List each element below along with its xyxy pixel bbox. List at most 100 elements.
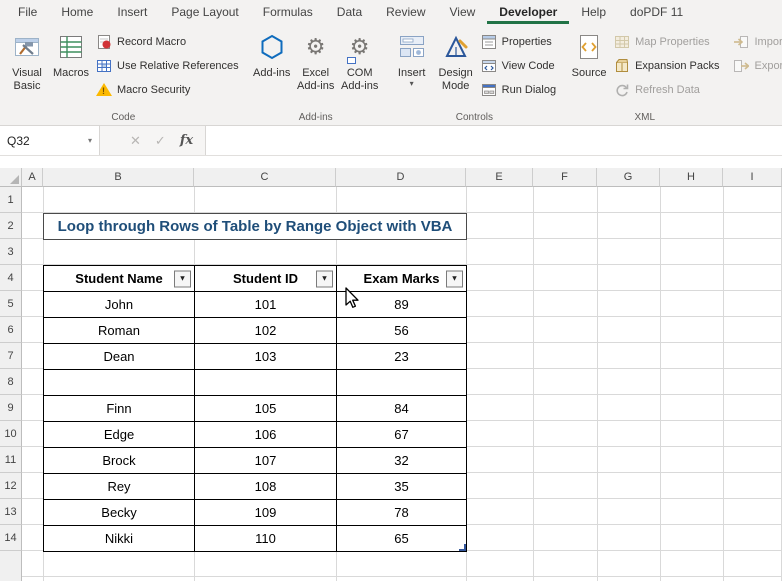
group-label-addins: Add-ins [298, 111, 333, 123]
filter-caret-icon: ▾ [322, 273, 327, 283]
student-id-cell[interactable]: 106 [195, 422, 337, 448]
exam-marks-cell[interactable]: 23 [337, 344, 467, 370]
column-header-f[interactable]: F [533, 168, 597, 187]
macro-security-button[interactable]: ! Macro Security [93, 81, 242, 98]
tab-dopdf[interactable]: doPDF 11 [618, 0, 695, 24]
row-header-partial[interactable] [0, 551, 22, 581]
tab-page-layout[interactable]: Page Layout [159, 0, 250, 24]
exam-marks-cell[interactable]: 89 [337, 292, 467, 318]
exam-marks-cell[interactable]: 84 [337, 396, 467, 422]
student-id-cell[interactable]: 105 [195, 396, 337, 422]
student-name-cell[interactable]: Rey [44, 474, 195, 500]
record-macro-button[interactable]: Record Macro [93, 33, 242, 50]
row-header-13[interactable]: 13 [0, 499, 22, 525]
column-header-i[interactable]: I [723, 168, 782, 187]
student-name-cell[interactable]: Nikki [44, 526, 195, 552]
student-name-cell[interactable]: Dean [44, 344, 195, 370]
tab-data[interactable]: Data [325, 0, 374, 24]
tab-insert[interactable]: Insert [105, 0, 159, 24]
column-header-d[interactable]: D [336, 168, 466, 187]
row-header-7[interactable]: 7 [0, 343, 22, 369]
com-addins-gear-icon: ⚙ [346, 31, 370, 64]
student-id-cell[interactable]: 107 [195, 448, 337, 474]
student-name-cell[interactable]: Finn [44, 396, 195, 422]
header-cell-student-name[interactable]: Student Name ▾ [44, 266, 195, 292]
tab-home[interactable]: Home [49, 0, 105, 24]
name-box[interactable]: Q32 ▾ [0, 126, 100, 155]
use-relative-references-button[interactable]: Use Relative References [93, 57, 242, 74]
expansion-packs-button[interactable]: Expansion Packs [611, 57, 722, 74]
filter-button-exam-marks[interactable]: ▾ [446, 270, 463, 287]
table-resize-handle[interactable] [459, 544, 466, 551]
row-header-14[interactable]: 14 [0, 525, 22, 551]
exam-marks-cell[interactable]: 65 [337, 526, 467, 552]
student-id-cell[interactable]: 108 [195, 474, 337, 500]
student-name-cell[interactable]: Roman [44, 318, 195, 344]
student-name-cell[interactable] [44, 370, 195, 396]
insert-controls-button[interactable]: Insert ▾ [390, 26, 434, 109]
header-cell-exam-marks[interactable]: Exam Marks ▾ [337, 266, 467, 292]
name-box-dropdown-icon[interactable]: ▾ [88, 136, 92, 145]
student-name-cell[interactable]: Brock [44, 448, 195, 474]
exam-marks-cell[interactable]: 56 [337, 318, 467, 344]
column-header-b[interactable]: B [43, 168, 194, 187]
student-id-cell[interactable]: 103 [195, 344, 337, 370]
import-icon [733, 34, 749, 50]
visual-basic-button[interactable]: Visual Basic [5, 26, 49, 109]
column-header-e[interactable]: E [466, 168, 533, 187]
office-addins-button[interactable]: Add-ins [250, 26, 294, 109]
column-header-c[interactable]: C [194, 168, 336, 187]
run-dialog-button[interactable]: Run Dialog [478, 81, 559, 98]
students-table: Student Name ▾ Student ID ▾ Exam Marks ▾… [43, 265, 467, 552]
student-name-cell[interactable]: Becky [44, 500, 195, 526]
view-code-button[interactable]: View Code [478, 57, 559, 74]
excel-addins-button[interactable]: ⚙ Excel Add-ins [294, 26, 338, 109]
formula-input[interactable] [206, 126, 782, 155]
row-header-6[interactable]: 6 [0, 317, 22, 343]
select-all-corner[interactable] [0, 168, 22, 187]
row-header-2[interactable]: 2 [0, 213, 22, 239]
row-header-4[interactable]: 4 [0, 265, 22, 291]
row-header-11[interactable]: 11 [0, 447, 22, 473]
student-name-cell[interactable]: Edge [44, 422, 195, 448]
com-addins-button[interactable]: ⚙ COM Add-ins [338, 26, 382, 109]
tab-view[interactable]: View [438, 0, 488, 24]
student-id-cell[interactable]: 109 [195, 500, 337, 526]
tab-review[interactable]: Review [374, 0, 437, 24]
row-header-12[interactable]: 12 [0, 473, 22, 499]
student-id-cell[interactable]: 102 [195, 318, 337, 344]
row-header-10[interactable]: 10 [0, 421, 22, 447]
tab-file[interactable]: File [6, 0, 49, 24]
row-header-1[interactable]: 1 [0, 187, 22, 213]
student-id-cell[interactable]: 110 [195, 526, 337, 552]
xml-source-button[interactable]: Source [567, 26, 611, 109]
column-header-a[interactable]: A [22, 168, 43, 187]
filter-caret-icon: ▾ [180, 273, 185, 283]
exam-marks-cell[interactable]: 67 [337, 422, 467, 448]
properties-button[interactable]: Properties [478, 33, 559, 50]
header-cell-student-id[interactable]: Student ID ▾ [195, 266, 337, 292]
column-header-g[interactable]: G [597, 168, 660, 187]
exam-marks-cell[interactable] [337, 370, 467, 396]
tab-developer[interactable]: Developer [487, 0, 569, 24]
row-header-3[interactable]: 3 [0, 239, 22, 265]
student-id-cell[interactable]: 101 [195, 292, 337, 318]
row-header-9[interactable]: 9 [0, 395, 22, 421]
tab-help[interactable]: Help [569, 0, 618, 24]
student-id-cell[interactable] [195, 370, 337, 396]
insert-function-icon[interactable]: fx [180, 134, 193, 147]
row-header-8[interactable]: 8 [0, 369, 22, 395]
table-row: Nikki 110 65 [44, 526, 467, 552]
filter-button-student-id[interactable]: ▾ [316, 270, 333, 287]
column-header-h[interactable]: H [660, 168, 723, 187]
row-header-5[interactable]: 5 [0, 291, 22, 317]
macros-button[interactable]: Macros [49, 26, 93, 109]
tab-formulas[interactable]: Formulas [251, 0, 325, 24]
exam-marks-cell[interactable]: 78 [337, 500, 467, 526]
design-mode-button[interactable]: Design Mode [434, 26, 478, 109]
exam-marks-cell[interactable]: 32 [337, 448, 467, 474]
filter-button-student-name[interactable]: ▾ [174, 270, 191, 287]
title-cell[interactable]: Loop through Rows of Table by Range Obje… [43, 213, 467, 240]
exam-marks-cell[interactable]: 35 [337, 474, 467, 500]
student-name-cell[interactable]: John [44, 292, 195, 318]
